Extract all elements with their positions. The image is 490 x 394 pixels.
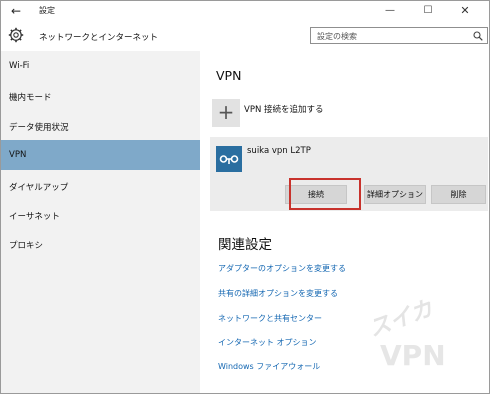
- sidebar: Wi-Fi 機内モード データ使用状況 VPN ダイヤルアップ イーサネット プ…: [1, 51, 200, 393]
- main-content: VPN + VPN 接続を追加する suika vpn L2TP 接続 詳細オプ…: [200, 51, 489, 393]
- back-button[interactable]: ←: [7, 3, 25, 19]
- section-heading-vpn: VPN: [216, 68, 242, 83]
- search-icon[interactable]: [473, 31, 483, 41]
- sidebar-item-vpn[interactable]: VPN: [1, 140, 200, 170]
- plus-icon: +: [212, 99, 240, 127]
- sidebar-item-wifi[interactable]: Wi-Fi: [1, 51, 200, 81]
- gear-icon: [8, 27, 24, 43]
- title-bar: ← 設定 — ☐ ✕: [1, 1, 489, 21]
- remove-button[interactable]: 削除: [431, 185, 486, 204]
- sidebar-item-label: 機内モード: [9, 93, 52, 103]
- advanced-options-button[interactable]: 詳細オプション: [364, 185, 426, 204]
- link-change-adapter-options[interactable]: アダプターのオプションを変更する: [218, 263, 346, 274]
- page-header: ネットワークとインターネット 設定の検索: [1, 21, 489, 51]
- watermark-bottom-text: VPN: [380, 339, 446, 372]
- sidebar-item-airplane-mode[interactable]: 機内モード: [1, 81, 200, 111]
- sidebar-item-label: Wi-Fi: [9, 61, 30, 71]
- link-network-sharing-center[interactable]: ネットワークと共有センター: [218, 313, 322, 324]
- window-title: 設定: [39, 6, 55, 15]
- link-windows-firewall[interactable]: Windows ファイアウォール: [218, 361, 320, 372]
- sidebar-item-label: イーサネット: [9, 212, 60, 222]
- sidebar-item-label: データ使用状況: [9, 123, 69, 133]
- add-vpn-label: VPN 接続を追加する: [244, 105, 324, 115]
- connect-highlight-box: [289, 178, 361, 210]
- sidebar-item-proxy[interactable]: プロキシ: [1, 229, 200, 259]
- sidebar-item-dial-up[interactable]: ダイヤルアップ: [1, 171, 200, 201]
- search-input[interactable]: 設定の検索: [310, 27, 488, 44]
- vpn-connection-icon: [216, 146, 242, 172]
- add-vpn-connection-button[interactable]: + VPN 接続を追加する: [212, 98, 412, 128]
- link-advanced-sharing-options[interactable]: 共有の詳細オプションを変更する: [218, 288, 338, 299]
- sidebar-item-label: VPN: [9, 150, 27, 160]
- settings-window: ← 設定 — ☐ ✕ ネットワークとインターネット 設定の検索 Wi-Fi 機内…: [0, 0, 490, 394]
- close-button[interactable]: ✕: [456, 3, 474, 19]
- page-title: ネットワークとインターネット: [39, 33, 159, 43]
- sidebar-item-ethernet[interactable]: イーサネット: [1, 200, 200, 230]
- link-internet-options[interactable]: インターネット オプション: [218, 337, 317, 348]
- sidebar-item-data-usage[interactable]: データ使用状況: [1, 111, 200, 141]
- minimize-button[interactable]: —: [381, 3, 399, 19]
- sidebar-item-label: ダイヤルアップ: [9, 183, 69, 193]
- related-settings-heading: 関連設定: [218, 237, 272, 253]
- sidebar-item-label: プロキシ: [9, 241, 44, 251]
- vpn-connection-name: suika vpn L2TP: [247, 146, 311, 156]
- search-placeholder: 設定の検索: [317, 32, 357, 41]
- maximize-button[interactable]: ☐: [419, 3, 437, 19]
